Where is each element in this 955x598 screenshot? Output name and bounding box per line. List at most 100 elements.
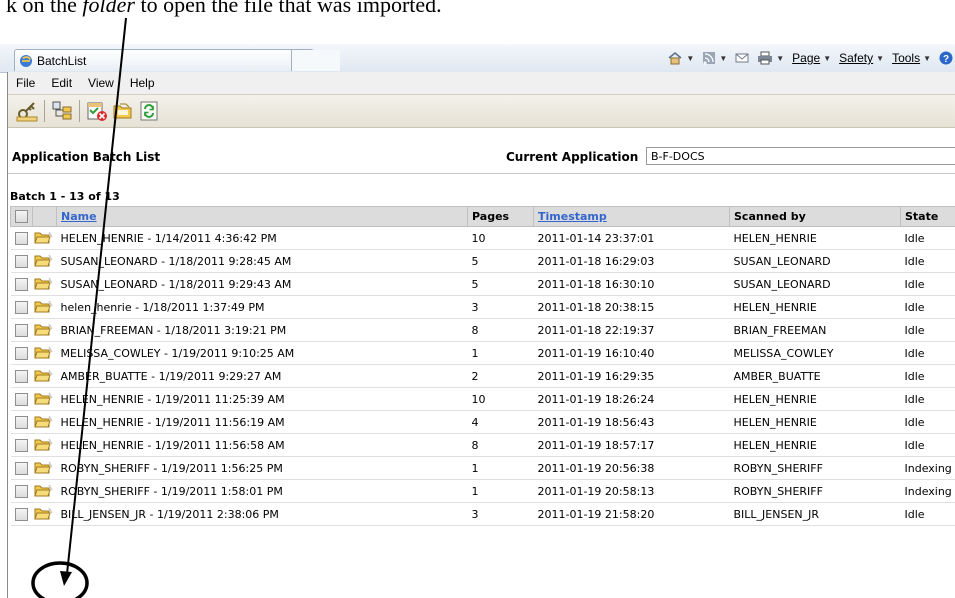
row-checkbox[interactable] [15,277,28,291]
table-row[interactable]: MELISSA_COWLEY - 1/19/2011 9:10:25 AM 1 20… [10,341,955,365]
row-checkbox[interactable] [15,323,28,337]
instruction-caption: k on the folder to open the file that wa… [0,0,955,26]
table-row[interactable]: SUSAN_LEONARD - 1/18/2011 9:28:45 AM 5 201… [10,249,955,273]
page-title: Application Batch List [12,150,161,164]
table-row[interactable]: ROBYN_SHERIFF - 1/19/2011 1:58:01 PM 1 201… [10,479,955,503]
open-folder-icon[interactable] [33,413,53,429]
open-folder-icon[interactable] [33,482,53,498]
cell-scanned-by: HELEN_HENRIE [729,433,901,457]
icon-column-header [32,206,57,227]
cell-name[interactable]: SUSAN_LEONARD - 1/18/2011 9:28:45 AM [56,249,468,273]
sort-by-timestamp-link[interactable]: Timestamp [538,210,607,223]
cell-timestamp: 2011-01-18 16:30:10 [533,272,730,296]
row-checkbox[interactable] [15,231,28,245]
cell-name[interactable]: HELEN_HENRIE - 1/19/2011 11:56:19 AM [56,410,468,434]
cell-state: Idle [900,249,955,273]
cell-name[interactable]: BILL_JENSEN_JR - 1/19/2011 2:38:06 PM [56,502,468,526]
open-folder-icon[interactable] [33,321,53,337]
table-row[interactable]: BILL_JENSEN_JR - 1/19/2011 2:38:06 PM 3 20… [10,502,955,526]
safety-menu[interactable]: Safety ▼ [839,51,884,65]
cell-pages: 10 [467,387,534,411]
new-tab-button[interactable] [291,50,340,71]
open-folder-icon[interactable] [33,505,53,521]
row-checkbox[interactable] [15,369,28,383]
column-header-state: State [900,206,955,227]
menu-file[interactable]: File [8,76,43,90]
mail-button[interactable] [735,52,749,64]
open-folder-icon[interactable] [33,229,53,245]
menu-help[interactable]: Help [122,76,163,90]
cell-timestamp: 2011-01-18 20:38:15 [533,295,730,319]
feeds-button[interactable]: ▼ [702,51,727,65]
print-button[interactable]: ▼ [757,51,784,65]
row-checkbox[interactable] [15,346,28,360]
open-folder-icon[interactable] [33,436,53,452]
cell-pages: 5 [467,249,534,273]
tools-menu[interactable]: Tools ▼ [892,51,931,65]
row-folder-cell [32,479,57,503]
open-folder-icon[interactable] [33,298,53,314]
row-checkbox[interactable] [15,461,28,475]
open-folder-icon[interactable] [33,390,53,406]
table-row[interactable]: ROBYN_SHERIFF - 1/19/2011 1:56:25 PM 1 201… [10,456,955,480]
row-checkbox[interactable] [15,438,28,452]
table-row[interactable]: SUSAN_LEONARD - 1/18/2011 9:29:43 AM 5 201… [10,272,955,296]
open-folder-icon[interactable] [33,367,53,383]
svg-text:?: ? [943,54,949,65]
menu-view[interactable]: View [80,76,122,90]
home-icon [668,52,682,65]
row-checkbox[interactable] [15,254,28,268]
refresh-button[interactable] [136,98,162,124]
home-button[interactable]: ▼ [667,51,694,65]
cell-timestamp: 2011-01-19 18:56:43 [533,410,730,434]
cell-name[interactable]: ROBYN_SHERIFF - 1/19/2011 1:58:01 PM [56,479,468,503]
cell-name[interactable]: AMBER_BUATTE - 1/19/2011 9:29:27 AM [56,364,468,388]
cell-name[interactable]: HELEN_HENRIE - 1/19/2011 11:56:58 AM [56,433,468,457]
table-row[interactable]: AMBER_BUATTE - 1/19/2011 9:29:27 AM 2 2011… [10,364,955,388]
row-checkbox[interactable] [15,484,28,498]
cell-name[interactable]: helen_henrie - 1/18/2011 1:37:49 PM [56,295,468,319]
row-checkbox[interactable] [15,300,28,314]
cell-name[interactable]: HELEN_HENRIE - 1/19/2011 11:25:39 AM [56,387,468,411]
table-row[interactable]: HELEN_HENRIE - 1/19/2011 11:25:39 AM 10 20… [10,387,955,411]
browser-tab[interactable]: BatchList [14,49,340,71]
open-folder-icon[interactable] [33,344,53,360]
table-row[interactable]: HELEN_HENRIE - 1/14/2011 4:36:42 PM 10 201… [10,226,955,250]
cell-name[interactable]: ROBYN_SHERIFF - 1/19/2011 1:56:25 PM [56,456,468,480]
table-row[interactable]: BRIAN_FREEMAN - 1/18/2011 3:19:21 PM 8 201… [10,318,955,342]
delete-batch-button[interactable] [84,98,110,124]
cell-state: Idle [900,433,955,457]
cell-name[interactable]: HELEN_HENRIE - 1/14/2011 4:36:42 PM [56,226,468,250]
batch-table: Name Pages Timestamp Scanned by State HE… [10,206,955,526]
cell-timestamp: 2011-01-19 20:58:13 [533,479,730,503]
select-all-checkbox[interactable] [15,210,28,224]
row-checkbox[interactable] [15,392,28,406]
cell-timestamp: 2011-01-19 20:56:38 [533,456,730,480]
cell-name[interactable]: BRIAN_FREEMAN - 1/18/2011 3:19:21 PM [56,318,468,342]
table-row[interactable]: HELEN_HENRIE - 1/19/2011 11:56:58 AM 8 201… [10,433,955,457]
sort-by-name-link[interactable]: Name [61,210,97,223]
page-menu[interactable]: Page ▼ [792,51,831,65]
row-folder-cell [32,226,57,250]
help-button[interactable]: ? [939,51,953,65]
cell-pages: 1 [467,456,534,480]
row-checkbox[interactable] [15,507,28,521]
tree-icon [52,101,72,120]
table-row[interactable]: HELEN_HENRIE - 1/19/2011 11:56:19 AM 4 201… [10,410,955,434]
cell-name[interactable]: SUSAN_LEONARD - 1/18/2011 9:29:43 AM [56,272,468,296]
row-folder-cell [32,364,57,388]
row-checkbox[interactable] [15,415,28,429]
current-application-field[interactable]: B-F-DOCS [646,147,955,165]
cell-scanned-by: BILL_JENSEN_JR [729,502,901,526]
cell-pages: 5 [467,272,534,296]
login-button[interactable] [14,98,40,124]
cell-name[interactable]: MELISSA_COWLEY - 1/19/2011 9:10:25 AM [56,341,468,365]
open-folder-icon[interactable] [33,252,53,268]
batch-tree-button[interactable] [49,98,75,124]
table-row[interactable]: helen_henrie - 1/18/2011 1:37:49 PM 3 2011… [10,295,955,319]
menu-edit[interactable]: Edit [43,76,80,90]
open-batch-button[interactable] [110,98,136,124]
open-folder-icon[interactable] [33,459,53,475]
row-checkbox-cell [10,502,33,526]
open-folder-icon[interactable] [33,275,53,291]
